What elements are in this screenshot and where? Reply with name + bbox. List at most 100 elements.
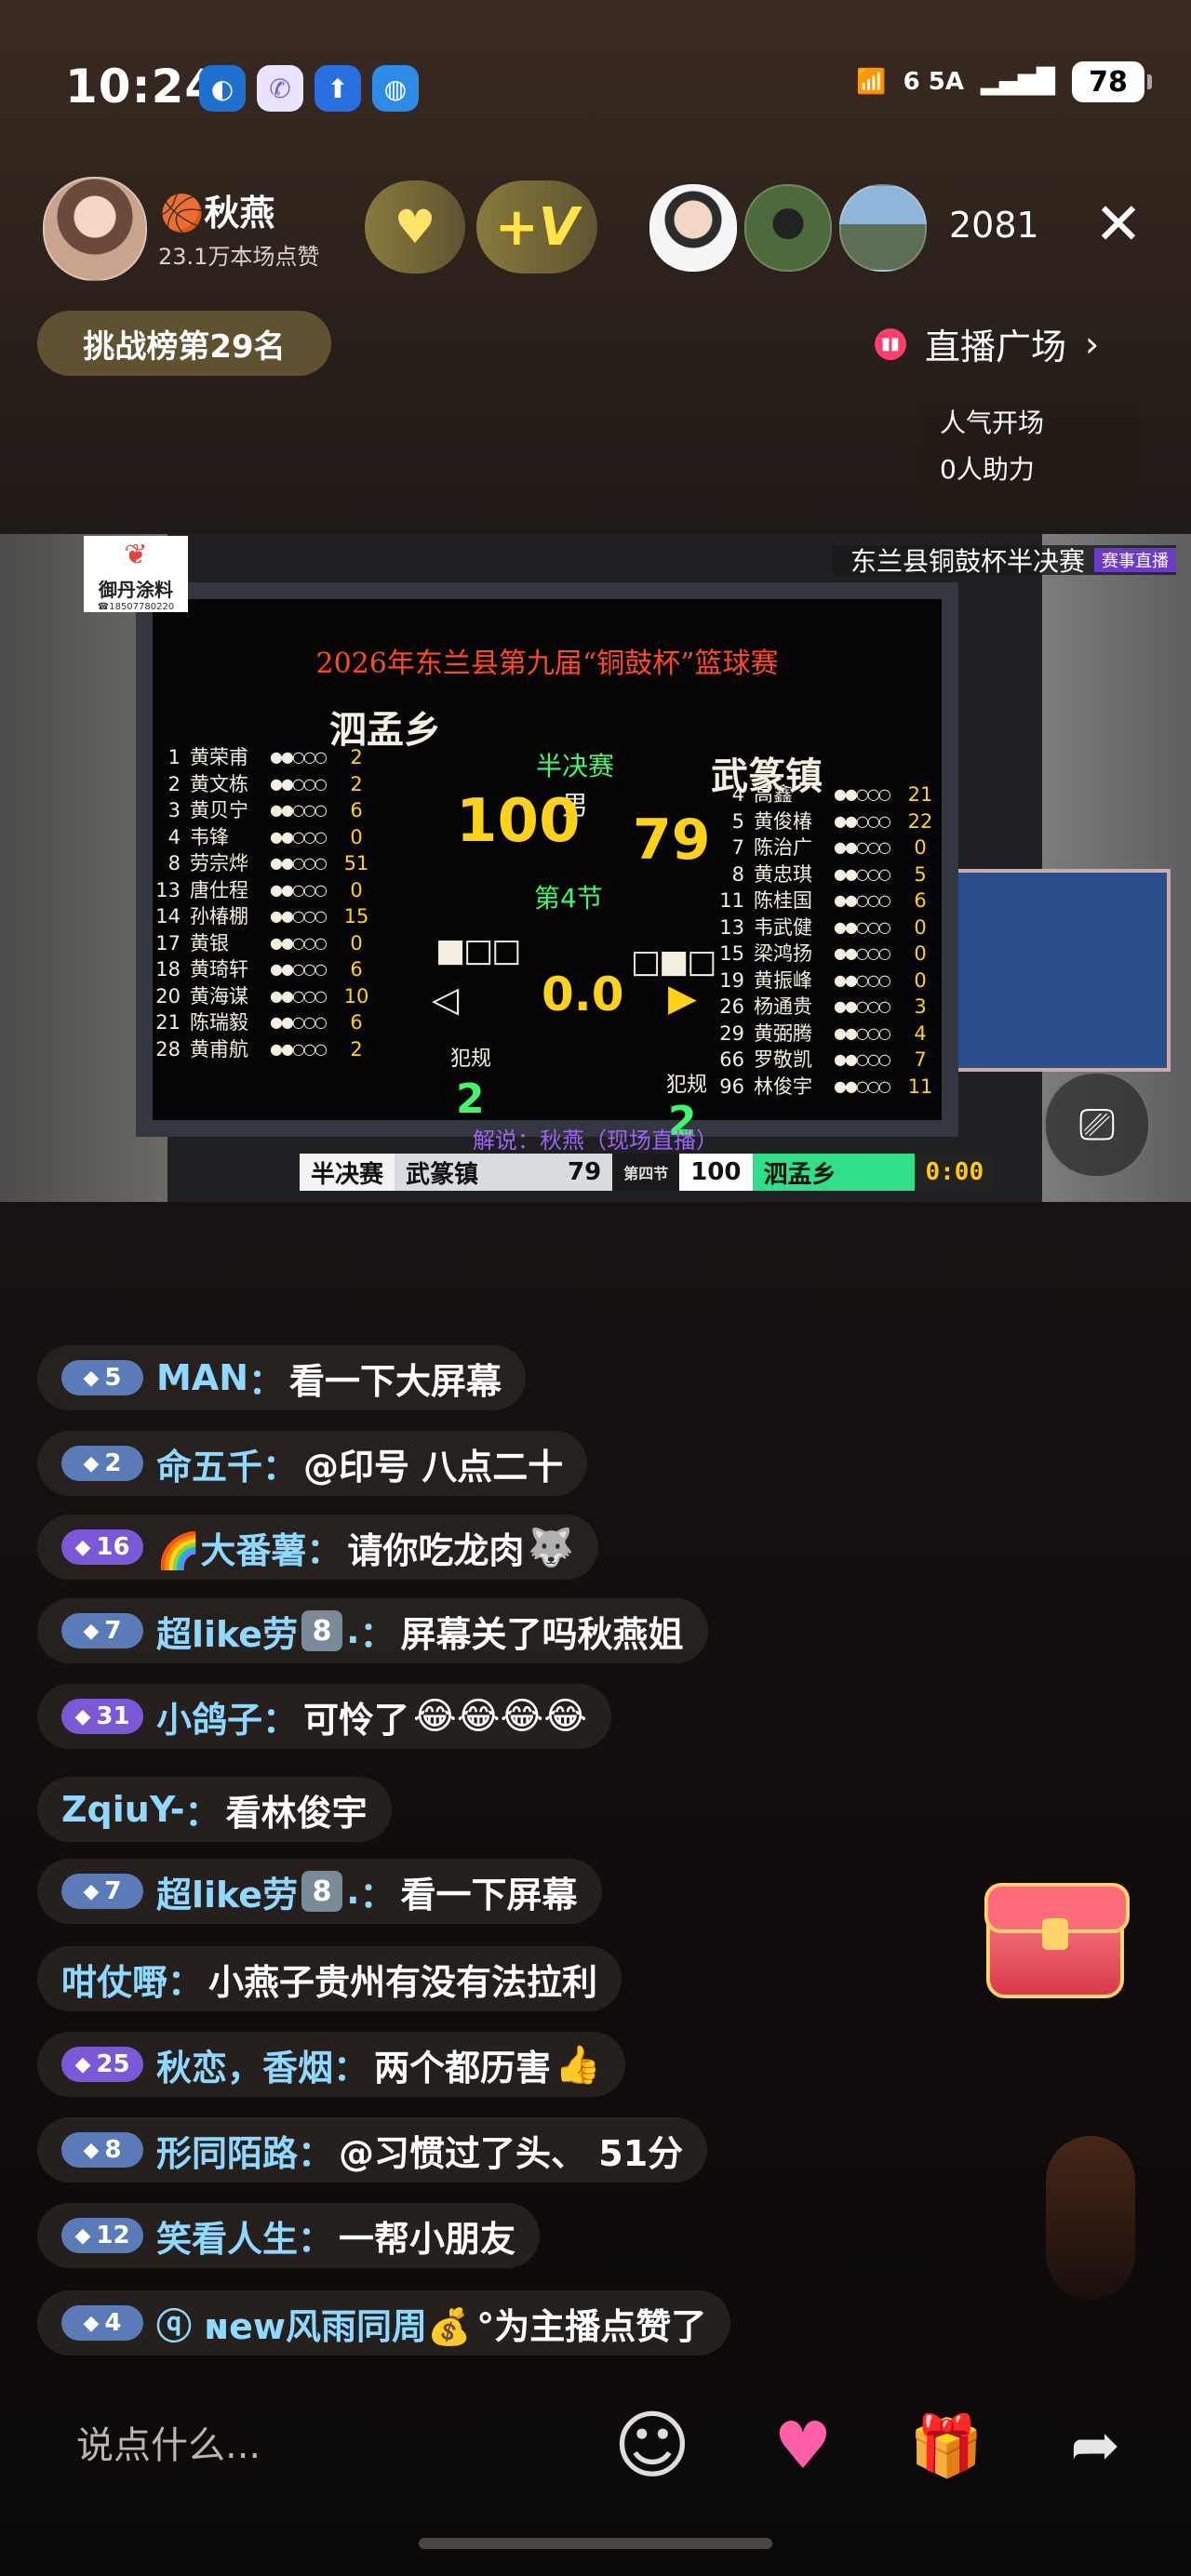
chat-message[interactable]: ◆ 7 超like劳 8.：看一下屏幕 (37, 1859, 602, 1924)
chat-message[interactable]: ◆ 7 超like劳 8.：屏幕关了吗秋燕姐 (37, 1598, 708, 1663)
chat-message[interactable]: ◆ 8 形同陌路： @习惯过了头、 51分 (37, 2117, 708, 2182)
diamond-icon: ◆ (74, 2223, 91, 2248)
comment-input[interactable]: 说点什么... (76, 2415, 261, 2469)
chat-message[interactable]: ◆ 12 笑看人生：一帮小朋友 (37, 2203, 541, 2268)
chat-text: @印号 八点二十 (303, 1446, 564, 1488)
chat-message[interactable]: ◆ 25 秋恋，香烟：两个都历害 👍 (37, 2032, 625, 2097)
live-title: 东兰县铜鼓杯半决赛 (850, 546, 1085, 577)
player-points: 0 (350, 931, 363, 954)
live-plaza-link[interactable]: ▮▮ 直播广场 › (875, 318, 1099, 369)
player-name: 黄贝宁 (190, 799, 248, 821)
vip-button[interactable]: +V (476, 180, 597, 274)
level-number: 12 (96, 2222, 130, 2249)
foul-dots-icon: ●●○○○ (270, 960, 328, 978)
heart-like-icon[interactable]: ♥ (761, 2404, 845, 2488)
chat-text: 小燕子贵州有没有法拉利 (208, 1961, 598, 2003)
player-name: 韦武健 (754, 915, 812, 939)
foul-dots-icon: ●●○○○ (270, 986, 328, 1005)
chat-username[interactable]: 命五千 (156, 1438, 262, 1489)
player-name: 陈桂国 (754, 889, 812, 912)
rotate-screen-icon[interactable]: ⎚ (1044, 1072, 1150, 1178)
foul-dots-icon: ●●○○○ (834, 970, 891, 989)
player-number: 28 (155, 1037, 181, 1061)
roster-row: 4 韦锋 ●●○○○ 0 (147, 824, 372, 851)
viewer-count[interactable]: 2081 (949, 205, 1039, 246)
viewer-avatar[interactable] (839, 184, 927, 272)
strip-score-b: 100 (679, 1154, 753, 1191)
emoji-icon[interactable]: ☺ (610, 2404, 694, 2488)
treasure-chest-icon[interactable] (984, 1883, 1130, 1998)
player-name: 唐仕程 (190, 878, 248, 901)
player-number: 15 (719, 942, 744, 965)
player-points: 0 (350, 825, 363, 848)
roster-row: 14 孙椿棚 ●●○○○ 15 (147, 903, 372, 930)
chat-username[interactable]: 🌈大番薯 (156, 1522, 306, 1573)
player-points: 0 (914, 942, 927, 965)
chat-username[interactable]: ZqiuY- (61, 1789, 185, 1830)
chat-username[interactable]: 笑看人生 (156, 2210, 298, 2262)
viewer-avatar[interactable] (649, 184, 737, 272)
level-number: 8 (104, 2136, 122, 2164)
player-points: 4 (914, 1021, 927, 1045)
user-level-badge: ◆ 25 (61, 2047, 143, 2082)
player-name: 林俊宇 (754, 1074, 812, 1098)
player-number: 2 (167, 772, 181, 795)
home-indicator[interactable] (419, 2538, 772, 2549)
chat-message[interactable]: ZqiuY-：看林俊宇 (37, 1777, 392, 1842)
chat-username[interactable]: 形同陌路 (156, 2125, 298, 2176)
roster-right: 4 高鑫 ●●○○○ 21 5 黄俊椿 ●●○○○ 22 7 陈治广 ●●○○○ 0 8 黄忠琪 ●●○○○… (711, 781, 936, 1100)
timeout-indicators: ■□□ (435, 932, 521, 969)
roster-row: 8 黄忠琪 ●●○○○ 5 (711, 861, 936, 888)
player-number: 7 (731, 836, 744, 859)
roster-row: 96 林俊宇 ●●○○○ 11 (711, 1074, 936, 1101)
rank-badge[interactable]: 挑战榜第29名 (37, 311, 331, 376)
player-name: 黄银 (190, 931, 229, 954)
diamond-icon: ◆ (83, 2311, 100, 2335)
streamer-avatar[interactable] (43, 177, 147, 281)
share-icon[interactable]: ➦ (1053, 2404, 1137, 2488)
chat-message[interactable]: 咁仗嘢：小燕子贵州有没有法拉利 (37, 1946, 622, 2011)
roster-row: 4 高鑫 ●●○○○ 21 (711, 781, 936, 808)
chat-username[interactable]: 咁仗嘢 (61, 1954, 167, 2005)
chat-message[interactable]: ◆ 2 命五千： @印号 八点二十 (37, 1431, 588, 1496)
player-points: 6 (350, 799, 363, 821)
foul-dots-icon: ●●○○○ (834, 838, 891, 856)
floating-reward-icon[interactable] (1046, 2136, 1135, 2300)
chat-username[interactable]: MAN (156, 1357, 248, 1398)
live-title-banner: 东兰县铜鼓杯半决赛 赛事直播 (831, 545, 1176, 577)
chat-text: 可怜了 (303, 1699, 410, 1741)
chat-username[interactable]: 超like劳 (156, 1866, 298, 1917)
chat-username[interactable]: 超like劳 (156, 1606, 298, 1657)
close-icon[interactable]: ✕ (1094, 195, 1143, 253)
chat-message[interactable]: ◆ 16 🌈大番薯：请你吃龙肉 🐺 (37, 1515, 599, 1580)
chat-message[interactable]: ◆ 4 ⓠ ɴew风雨同周💰 °为主播点赞了 (37, 2290, 731, 2356)
chat-username[interactable]: 小鸽子 (156, 1691, 262, 1742)
chat-emoji-icon: 👍 (555, 2043, 601, 2087)
live-video[interactable]: 2026年东兰县第九届“铜鼓杯”篮球赛 泗孟乡 武篆镇 半决赛 男 100 79… (0, 534, 1191, 1202)
commentator-caption: 解说：秋燕（现场直播） (473, 1128, 718, 1154)
chat-message[interactable]: ◆ 5 MAN：看一下大屏幕 (37, 1345, 527, 1410)
user-level-badge: ◆ 5 (61, 1360, 143, 1395)
strip-team-b: 泗孟乡 (752, 1154, 915, 1191)
fouls-left: 2 (456, 1075, 485, 1123)
viewer-avatar[interactable] (744, 184, 832, 272)
chat-username-suffix: . (346, 1871, 360, 1912)
gift-icon[interactable]: 🎁 (904, 2404, 988, 2488)
chat-username[interactable]: 秋恋，香烟 (156, 2039, 333, 2090)
player-number: 20 (155, 984, 181, 1008)
foul-dots-icon: ●●○○○ (270, 748, 328, 766)
chat-username[interactable]: ⓠ ɴew风雨同周💰 (156, 2298, 471, 2349)
stage-label: 半决赛 (536, 751, 615, 781)
player-name: 罗敬凯 (754, 1048, 812, 1071)
possession-arrow-right: ▶ (668, 977, 697, 1020)
roster-row: 29 黄弼腾 ●●○○○ 4 (711, 1021, 936, 1048)
player-number: 4 (167, 825, 181, 848)
status-time: 10:24 (65, 60, 219, 113)
streamer-name[interactable]: 🏀秋燕 (160, 184, 274, 235)
popularity-box[interactable]: 人气开场 0人助力 (917, 400, 1139, 510)
user-level-badge: ◆ 7 (61, 1613, 143, 1648)
chat-message[interactable]: ◆ 31 小鸽子：可怜了 😂😂😂😂 (37, 1684, 611, 1749)
user-level-badge: ◆ 2 (61, 1446, 143, 1481)
foul-dots-icon: ●●○○○ (270, 880, 328, 899)
follow-heart-button[interactable]: ♥ (365, 180, 465, 274)
